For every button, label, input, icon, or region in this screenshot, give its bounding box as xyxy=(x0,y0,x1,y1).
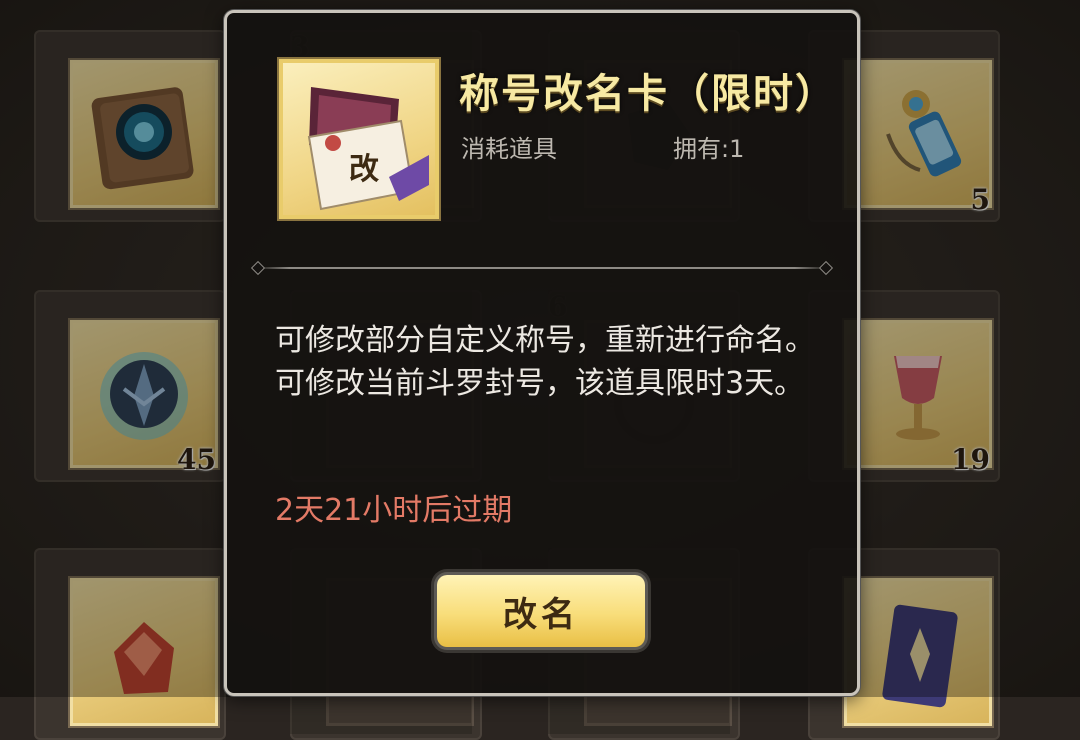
item-icon: 改 xyxy=(279,59,439,219)
divider-diamond xyxy=(818,260,834,276)
divider-diamond xyxy=(250,260,266,276)
rename-card-icon: 改 xyxy=(307,87,429,211)
rename-button[interactable]: 改名 xyxy=(437,575,645,647)
section-divider xyxy=(250,260,834,276)
owned-count: 拥有:1 xyxy=(673,129,744,164)
owned-value: 1 xyxy=(729,135,745,163)
svg-text:改: 改 xyxy=(349,152,379,187)
item-detail-popup: 改 称号改名卡（限时） 消耗道具 拥有:1 可修改部分自定义称号，重新进行命名。… xyxy=(224,10,860,696)
expiry-text: 2天21小时后过期 xyxy=(275,493,513,528)
item-title: 称号改名卡（限时） xyxy=(459,71,837,117)
item-description: 可修改部分自定义称号，重新进行命名。可修改当前斗罗封号，该道具限时3天。 xyxy=(275,323,815,401)
item-type: 消耗道具 xyxy=(461,135,557,163)
owned-label: 拥有: xyxy=(673,135,730,163)
